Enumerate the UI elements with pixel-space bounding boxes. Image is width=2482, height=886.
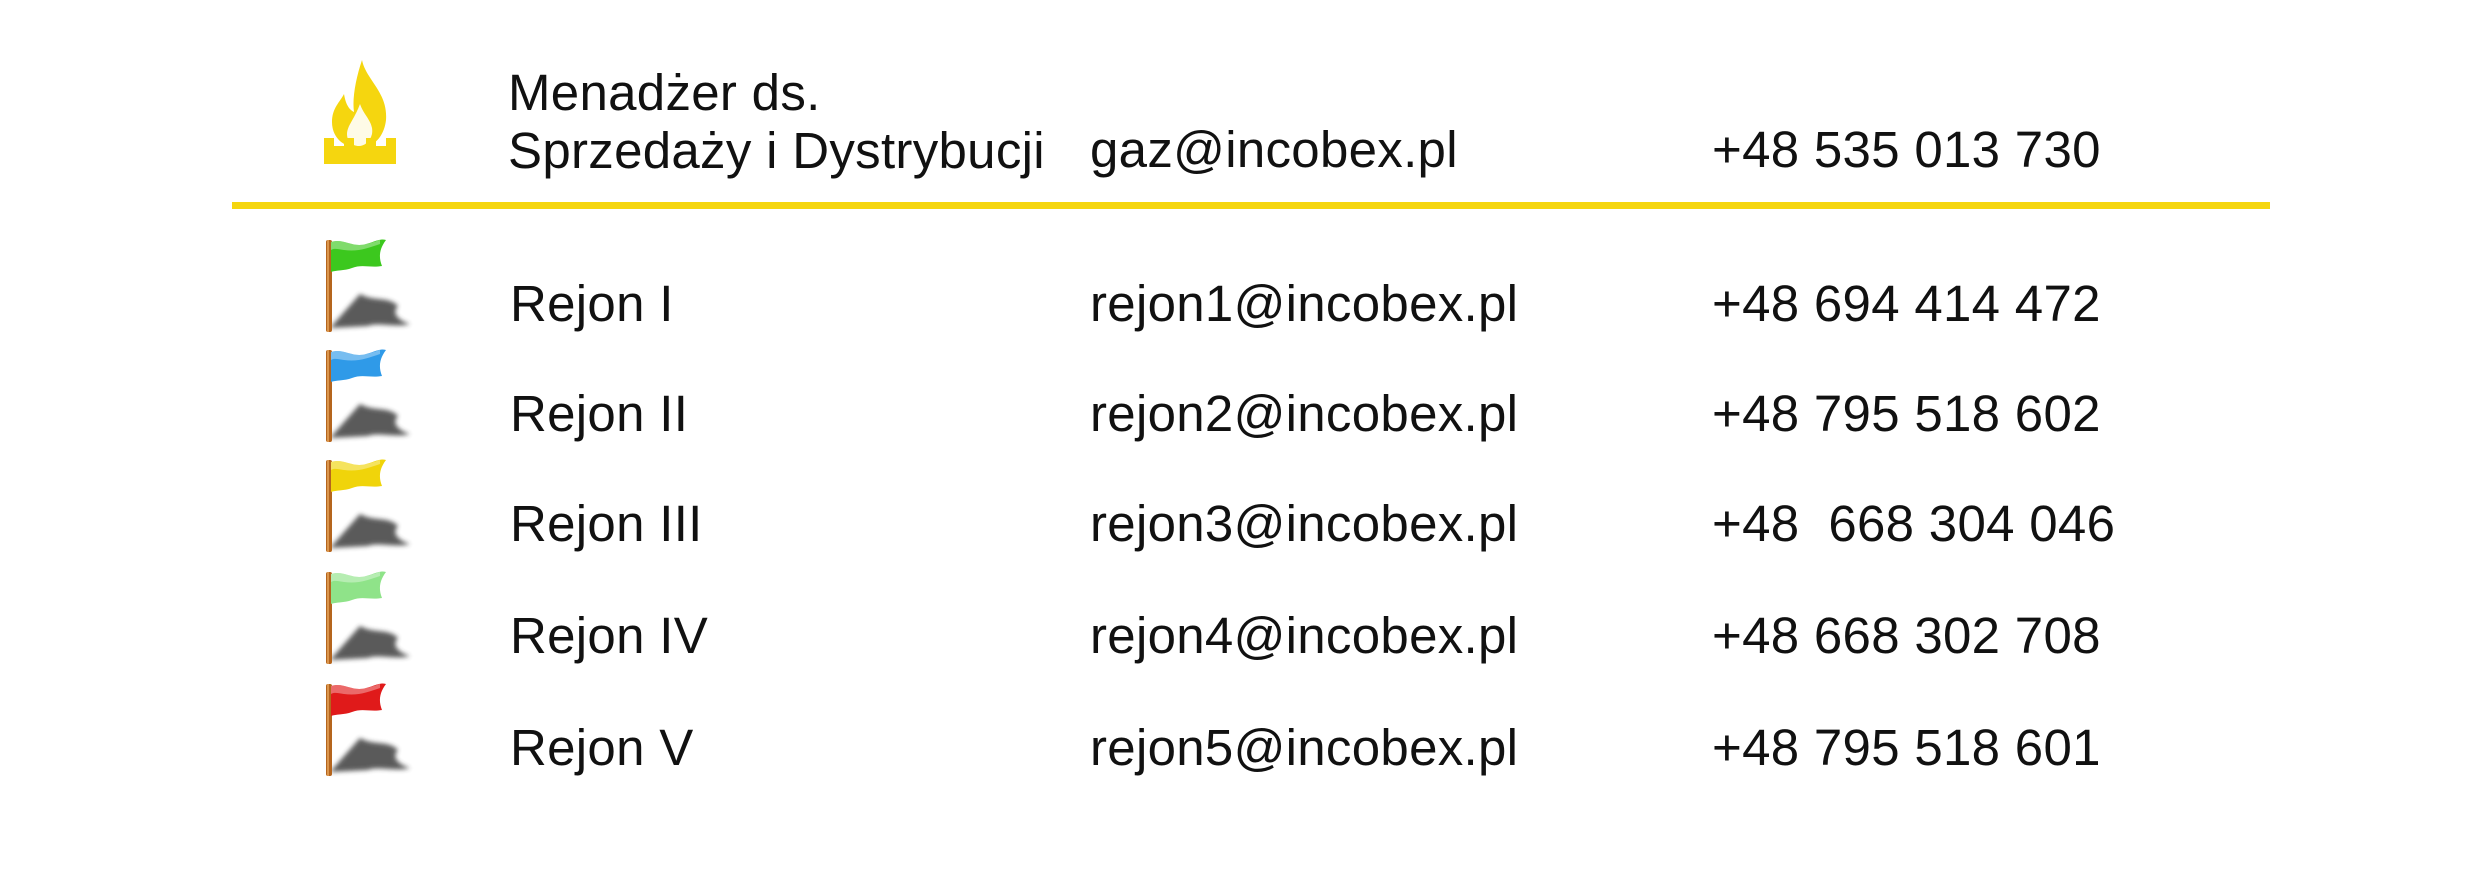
region-phone[interactable]: +48 668 304 046 — [1712, 496, 2115, 552]
manager-title: Menadżer ds. Sprzedaży i Dystrybucji — [508, 64, 1045, 180]
region-name: Rejon II — [510, 385, 689, 442]
region-email[interactable]: rejon5@incobex.pl — [1090, 720, 1518, 776]
manager-title-line2: Sprzedaży i Dystrybucji — [508, 122, 1045, 179]
region-name: Rejon I — [510, 275, 674, 332]
manager-row: Menadżer ds. Sprzedaży i Dystrybucji gaz… — [0, 0, 2482, 200]
region-row-4: Rejon IV rejon4@incobex.pl +48 668 302 7… — [0, 568, 2482, 678]
region-email[interactable]: rejon2@incobex.pl — [1090, 386, 1518, 442]
region-phone[interactable]: +48 795 518 602 — [1712, 386, 2101, 442]
light-green-flag-icon — [326, 571, 410, 664]
region-name: Rejon V — [510, 719, 694, 776]
region-row-1: Rejon I rejon1@incobex.pl +48 694 414 47… — [0, 236, 2482, 346]
manager-phone[interactable]: +48 535 013 730 — [1712, 122, 2101, 178]
manager-title-line1: Menadżer ds. — [508, 64, 821, 121]
red-flag-icon — [326, 683, 410, 776]
region-name: Rejon IV — [510, 607, 709, 664]
region-phone[interactable]: +48 795 518 601 — [1712, 720, 2101, 776]
header-divider — [232, 202, 2270, 209]
green-flag-icon — [326, 239, 410, 332]
blue-flag-icon — [326, 349, 410, 442]
region-phone[interactable]: +48 668 302 708 — [1712, 608, 2101, 664]
yellow-flag-icon — [326, 459, 410, 552]
region-email[interactable]: rejon4@incobex.pl — [1090, 608, 1518, 664]
region-email[interactable]: rejon3@incobex.pl — [1090, 496, 1518, 552]
manager-email[interactable]: gaz@incobex.pl — [1090, 122, 1458, 178]
region-name: Rejon III — [510, 495, 703, 552]
region-email[interactable]: rejon1@incobex.pl — [1090, 276, 1518, 332]
region-row-5: Rejon V rejon5@incobex.pl +48 795 518 60… — [0, 680, 2482, 790]
region-phone[interactable]: +48 694 414 472 — [1712, 276, 2101, 332]
region-row-2: Rejon II rejon2@incobex.pl +48 795 518 6… — [0, 346, 2482, 456]
gas-flame-icon — [324, 60, 396, 164]
region-row-3: Rejon III rejon3@incobex.pl +48 668 304 … — [0, 456, 2482, 566]
